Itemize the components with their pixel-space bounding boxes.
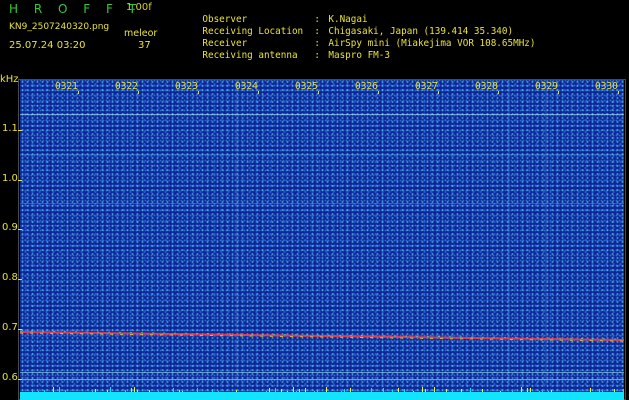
x-tick-label: 0329 [535,81,558,92]
x-tick-label: 0325 [295,81,318,92]
bottom-noise-band [20,392,624,400]
x-tick-label: 0328 [475,81,498,92]
x-tick-mark [138,91,139,94]
version-label: 1.00f [126,2,152,13]
y-tick-label: 1.0 [2,173,18,184]
x-tick-mark [378,91,379,94]
info-label: Receiving antenna [202,50,298,61]
y-tick-label: 1.1 [2,123,18,134]
meteor-count-value: 37 [138,40,151,51]
x-tick-label: 0330 [595,81,618,92]
header-panel: H R O F F T 1.00f KN9_2507240320.png mel… [0,0,629,80]
spectrogram-hline [20,379,624,380]
spectrogram-hline [20,372,624,373]
info-value: Maspro FM-3 [328,50,390,61]
x-tick-mark [618,91,619,94]
timestamp-label: 25.07.24 03:20 [9,40,86,51]
y-tick-label: 0.6 [2,372,18,383]
y-axis-unit-label: kHz [0,74,19,85]
x-tick-label: 0324 [235,81,258,92]
app-title: H R O F F T [9,2,143,16]
x-tick-mark [498,91,499,94]
x-tick-label: 0327 [415,81,438,92]
spectrogram-vertical-feature [545,80,547,385]
x-tick-mark [258,91,259,94]
y-tick-mark [18,130,22,131]
filename-label: KN9_2507240320.png [9,22,110,32]
spectrogram-vertical-feature [508,80,510,385]
spectrogram-hline [20,154,624,155]
y-tick-mark [18,329,22,330]
y-tick-label: 0.7 [2,322,18,333]
info-separator: : [314,50,320,61]
y-tick-label: 0.9 [2,222,18,233]
y-tick-mark [18,180,22,181]
spectrogram-hline [20,114,624,115]
x-tick-mark [318,91,319,94]
y-tick-label: 0.8 [2,272,18,283]
x-tick-mark [78,91,79,94]
x-tick-label: 0326 [355,81,378,92]
x-tick-mark [438,91,439,94]
spectrogram-plot[interactable] [20,80,624,400]
y-tick-mark [18,379,22,380]
y-tick-mark [18,279,22,280]
info-row-antenna: Receiving antenna: Maspro FM-3 [180,39,390,72]
spectrogram-vertical-feature [236,80,238,385]
x-tick-mark [558,91,559,94]
y-tick-mark [18,229,22,230]
x-tick-label: 0323 [175,81,198,92]
x-tick-label: 0321 [55,81,78,92]
meteor-count-label: meleor [124,28,158,39]
x-tick-mark [198,91,199,94]
spectrogram-hline [20,203,624,204]
x-tick-label: 0322 [115,81,138,92]
